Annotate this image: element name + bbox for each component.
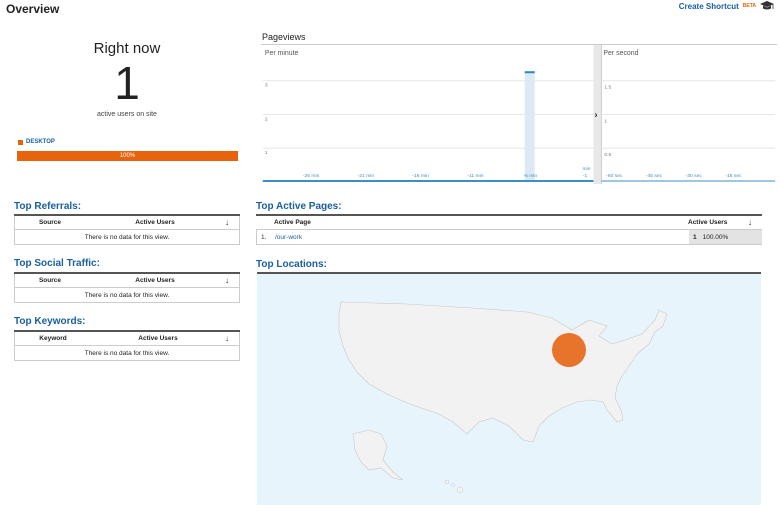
top-referrals-title: Top Referrals: [14, 201, 82, 212]
page-link[interactable]: /our-work [271, 234, 689, 241]
sec-x-tick-label: -45 sec [646, 173, 663, 179]
row-percent: 100.00% [702, 233, 729, 241]
top-social-table: Source Active Users ↓ There is no data f… [14, 272, 240, 303]
active-users-count: 1 [114, 57, 140, 109]
y-tick-3: 3 [265, 83, 268, 89]
device-percentage-bar: 100% [17, 151, 238, 161]
arrow-down-icon[interactable]: ↓ [748, 218, 762, 227]
col-active-users[interactable]: Active Users [91, 335, 225, 342]
col-active-users[interactable]: Active Users [85, 219, 225, 226]
x-tick-label: -21 min [358, 173, 375, 179]
sec-x-tick-label: -30 sec [686, 173, 703, 179]
per-minute-label: Per minute [265, 50, 299, 57]
per-second-grid [601, 80, 776, 149]
page-title: Overview [6, 2, 60, 16]
top-active-pages-title: Top Active Pages: [256, 201, 342, 212]
create-shortcut[interactable]: Create Shortcut BETA [679, 1, 774, 11]
arrow-down-icon[interactable]: ↓ [225, 334, 239, 343]
top-keywords-table: Keyword Active Users ↓ There is no data … [14, 330, 240, 361]
sec-y-tick-1-5: 1.5 [604, 85, 611, 91]
arrow-down-icon[interactable]: ↓ [225, 276, 239, 285]
top-referrals-table: Source Active Users ↓ There is no data f… [14, 214, 240, 245]
sec-x-tick-label: -60 sec [606, 173, 623, 179]
us-mainland-shape [338, 301, 668, 443]
table-row: 1. /our-work 1 100.00% [256, 230, 762, 245]
table-header: Source Active Users ↓ [14, 216, 240, 230]
top-social-title: Top Social Traffic: [14, 258, 100, 269]
pageview-bar-top [524, 71, 535, 74]
beta-badge: BETA [742, 3, 756, 9]
empty-message: There is no data for this view. [14, 346, 240, 361]
col-active-users[interactable]: Active Users [688, 219, 748, 226]
right-now-panel: Right now 1 active users on site [14, 40, 240, 118]
sec-y-tick-1: 1 [604, 118, 607, 124]
per-minute-grid [262, 80, 594, 149]
empty-message: There is no data for this view. [14, 230, 240, 245]
x-tick-label: -16 min [412, 173, 429, 179]
desktop-swatch [18, 139, 23, 145]
col-source[interactable]: Source [15, 277, 85, 284]
graduation-cap-icon[interactable] [760, 1, 774, 11]
pageviews-title: Pageviews [262, 32, 306, 42]
sec-x-tick-label: -15 sec [725, 173, 742, 179]
col-active-page[interactable]: Active Page [256, 219, 688, 226]
device-label: DESKTOP [26, 139, 55, 145]
y-tick-2: 2 [265, 116, 268, 122]
top-active-pages-table: Active Page Active Users ↓ 1. /our-work … [256, 214, 762, 245]
empty-message: There is no data for this view. [14, 288, 240, 303]
us-map [338, 301, 668, 494]
y-tick-1: 1 [265, 150, 268, 156]
location-marker[interactable] [552, 333, 586, 367]
minute-unit-label: min [583, 166, 591, 172]
table-header: Keyword Active Users ↓ [14, 332, 240, 346]
x-tick-label: -1 [583, 173, 588, 179]
col-keyword[interactable]: Keyword [15, 335, 91, 342]
alaska-shape [352, 429, 404, 481]
row-number: 1. [261, 233, 267, 241]
pageview-bar[interactable] [524, 71, 535, 182]
col-active-users[interactable]: Active Users [85, 277, 225, 284]
sec-y-tick-0-5: 0.5 [604, 152, 611, 158]
chevron-right-icon[interactable]: › [594, 109, 597, 119]
x-tick-label: -26 min [303, 173, 320, 179]
top-keywords-title: Top Keywords: [14, 316, 86, 327]
row-value: 1 100.00% [689, 230, 762, 244]
x-tick-label: -11 min [467, 173, 483, 179]
row-users: 1 [693, 233, 697, 241]
top-locations-title: Top Locations: [256, 259, 327, 270]
active-users-label: active users on site [97, 111, 157, 118]
hawaii-shape [444, 479, 464, 494]
device-legend: DESKTOP [18, 139, 55, 145]
right-now-label: Right now [93, 40, 161, 57]
pageviews-chart: Per minute 3 2 1 -26 min -21 min -16 min -1… [261, 44, 777, 184]
table-header: Active Page Active Users ↓ [256, 216, 762, 230]
x-tick-label: -6 min [523, 173, 537, 179]
arrow-down-icon[interactable]: ↓ [225, 218, 239, 227]
table-header: Source Active Users ↓ [14, 274, 240, 288]
locations-map[interactable] [257, 272, 761, 505]
create-shortcut-link[interactable]: Create Shortcut [679, 2, 739, 11]
col-source[interactable]: Source [15, 219, 85, 226]
per-second-label: Per second [603, 50, 638, 57]
